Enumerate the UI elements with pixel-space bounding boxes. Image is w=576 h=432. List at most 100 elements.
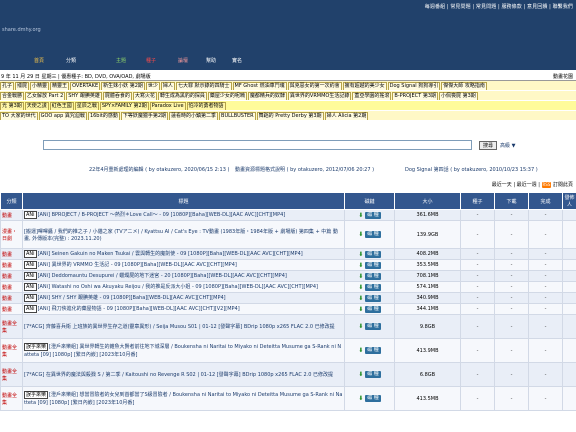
keyword-link[interactable]: 合金戰勝 (0, 92, 25, 100)
team-tag[interactable]: ANi (24, 283, 37, 291)
row-title-link[interactable]: [7*ACG] 齊藤喜兵衛 上班族的異世界生存之道(靈章異形) / Seija … (24, 324, 335, 330)
subscribe-link[interactable]: 訂閱此頁 (553, 182, 573, 188)
table-row[interactable]: 動畫 ANi [ANi] Seinen Gakuin no Maken Tsukai… (0, 248, 576, 260)
row-publisher[interactable] (562, 220, 576, 249)
table-row[interactable]: 動畫 ANi [ANi] 異世界的 VRMMO 生活記 - 09 [1080P][B… (0, 259, 576, 271)
keyword-link[interactable]: 乙女解放 Part 2 (25, 92, 66, 100)
download-arrow-icon[interactable]: ⬇ (358, 306, 363, 313)
row-title-link[interactable]: [ANi] Watashi no Oshi wa Akuyaku Reijou … (38, 284, 318, 290)
keyword-link[interactable]: 屍體吞食的 (102, 92, 132, 100)
row-category[interactable]: 動畫 (0, 270, 23, 282)
col-publisher[interactable]: 發佈人 (562, 192, 576, 210)
keyword-link[interactable]: 小精靈 (30, 82, 50, 90)
advanced-search-link[interactable]: 高級 ▼ (500, 142, 515, 149)
row-category[interactable]: 動畫 (0, 303, 23, 315)
magnet-button[interactable]: 磁 種 (365, 283, 381, 291)
magnet-button[interactable]: 磁 種 (365, 395, 381, 402)
magnet-button[interactable]: 磁 種 (365, 323, 381, 330)
row-publisher[interactable] (562, 209, 576, 221)
search-input[interactable] (43, 140, 472, 150)
row-category[interactable]: 動畫 (0, 292, 23, 304)
row-title-link[interactable]: [ANi] Seinen Gakuin no Maken Tsukai / 雲與… (38, 251, 303, 257)
download-arrow-icon[interactable]: ⬇ (358, 284, 363, 291)
announcement-1[interactable]: 22年4月重新處理的編輯 ( by otakuzero, 2020/06/15 … (89, 166, 229, 173)
nav-realname[interactable]: 實名 (232, 57, 242, 64)
keyword-link[interactable]: SHY 靦腆英雄 (66, 92, 102, 100)
row-category[interactable]: 動畫 (0, 209, 23, 221)
row-title-link[interactable]: [ANi] Deddomauntu Desupurei / 蠟燭屍的地下迷宮 -… (38, 273, 287, 279)
table-row[interactable]: 動畫全集 [7*ACG] 齊藤喜兵衛 上班族的異世界生存之道(靈章異形) / Se… (0, 314, 576, 339)
magnet-button[interactable]: 磁 種 (365, 272, 381, 280)
download-arrow-icon[interactable]: ⬇ (358, 231, 363, 238)
row-title-link[interactable]: [ANi] SHY / SHY 靦腆英雄 - 09 [1080P][Baha][… (38, 295, 226, 301)
time-filter-links[interactable]: 最近一天 | 最近一週 | (492, 182, 540, 188)
keyword-link[interactable]: 傑傑大師 攻略指南 (441, 82, 487, 90)
keyword-link[interactable]: 精靈王 (50, 82, 70, 90)
keyword-link[interactable]: 小佩喪屍 第3期 (439, 92, 478, 100)
nav-forum[interactable]: 論壇 (178, 57, 188, 64)
table-row[interactable]: 動畫全集 [7*ACG] 在異世界的魔法與殺戮 S / 第二季 / Kaitous… (0, 362, 576, 387)
team-tag[interactable]: ANi (24, 305, 37, 313)
team-tag[interactable]: ANi (24, 272, 37, 280)
download-arrow-icon[interactable]: ⬇ (358, 371, 363, 378)
table-row[interactable]: 動畫 ANi [ANi] Watashi no Oshi wa Akuyaku Re… (0, 281, 576, 293)
col-completed[interactable]: 完成 (528, 192, 563, 210)
row-category[interactable]: 漫畫・日劇 (0, 220, 23, 249)
row-publisher[interactable] (562, 259, 576, 271)
row-publisher[interactable] (562, 386, 576, 411)
keyword-link[interactable]: B-PROJECT 第3期 (392, 92, 438, 100)
row-title-link[interactable]: [7*ACG] 在異世界的魔法與殺戮 S / 第二季 / Kaitoushi n… (24, 372, 333, 378)
keyword-link[interactable]: 與兇惡女的第一次約會 (287, 82, 342, 90)
keyword-link[interactable]: 殭屍 (15, 82, 30, 90)
keyword-link[interactable]: 世少 (145, 82, 160, 90)
row-title-link[interactable]: [ANi] 飛刀俠進化的藥屋物語 - 09 [1080P][Baha][WEB-… (38, 306, 240, 312)
team-tag[interactable]: ANi (24, 261, 37, 269)
table-row[interactable]: 動畫 ANi [ANi] BPROJECT / B-PROJECT ～熱烈＊Love… (0, 209, 576, 221)
keyword-link[interactable]: 七大罪 默示錄的四騎士 (175, 82, 232, 90)
table-row[interactable]: 漫畫・日劇 [搬運]嗶嗶醬 / 我們的推之子 / 小貓之家 (TVアニメ) / K… (0, 220, 576, 249)
team-tag[interactable]: 誤乎來樂 (24, 391, 49, 399)
col-magnet[interactable]: 磁鏈 (344, 192, 395, 210)
magnet-button[interactable]: 磁 種 (365, 211, 381, 219)
nav-help[interactable]: 幫助 (206, 57, 216, 64)
download-arrow-icon[interactable]: ⬇ (358, 251, 363, 258)
keyword-link[interactable]: 16bit的感動 (87, 112, 120, 120)
nav-home[interactable]: 首頁 (34, 57, 44, 64)
magnet-button[interactable]: 磁 種 (365, 250, 381, 258)
keyword-link[interactable]: 下等妖魔獵手第2期 (120, 112, 169, 120)
search-button[interactable]: 搜尋 (479, 141, 497, 150)
keyword-link[interactable]: OVERTAKE (70, 82, 101, 90)
row-category[interactable]: 動畫全集 (0, 314, 23, 339)
keyword-link[interactable]: 蓋亞學園的搖滾 (352, 92, 392, 100)
keyword-link[interactable]: GOO app 異咒迴戰 (38, 112, 87, 120)
table-row[interactable]: 動畫全集 誤乎來樂 [澄戶來樂組] 異世界轉生的雜魚大賢者前往地下城深層 / Bou… (0, 338, 576, 363)
keyword-link[interactable]: 紅色王國 (49, 102, 74, 110)
row-title-link[interactable]: [澄戶來樂組] 異世界轉生的雜魚大賢者前往地下城深層 / Boukensha n… (24, 344, 341, 358)
row-title-link[interactable]: [ANi] 異世界的 VRMMO 生活記 - 09 [1080P][Baha][… (38, 262, 237, 268)
row-category[interactable]: 動畫 (0, 248, 23, 260)
magnet-button[interactable]: 磁 種 (365, 261, 381, 269)
magnet-button[interactable]: 磁 種 (365, 347, 381, 354)
col-title[interactable]: 標題 (22, 192, 345, 210)
row-publisher[interactable] (562, 292, 576, 304)
table-row[interactable]: 動畫 ANi [ANi] 飛刀俠進化的藥屋物語 - 09 [1080P][Baha]… (0, 303, 576, 315)
keyword-link[interactable]: 轉生成為黑豹的探員 (157, 92, 207, 100)
nav-topic[interactable]: 主題 (116, 57, 126, 64)
keyword-link[interactable]: 天使之謊 (24, 102, 49, 110)
col-seeds[interactable]: 種子 (460, 192, 495, 210)
download-arrow-icon[interactable]: ⬇ (358, 262, 363, 269)
keyword-link[interactable]: 異世界的VRMMO生活記錄 (287, 92, 352, 100)
row-publisher[interactable] (562, 303, 576, 315)
keyword-link[interactable]: SPY×FAMILY 第2期 (99, 102, 149, 110)
magnet-button[interactable]: 磁 種 (365, 294, 381, 302)
keyword-link[interactable]: 婦人 (160, 82, 175, 90)
table-row[interactable]: 動畫 ANi [ANi] Deddomauntu Desupurei / 蠟燭屍的地… (0, 270, 576, 282)
col-size[interactable]: 大小 (394, 192, 461, 210)
nav-category[interactable]: 分類 (66, 57, 76, 64)
keyword-link[interactable]: 大寫火花 (132, 92, 157, 100)
top-links[interactable]: 每週番組 | 常見問題 | 常見問題 | 服務條款 | 意見回饋 | 聯繫我們 (425, 3, 573, 10)
row-category[interactable]: 動畫 (0, 259, 23, 271)
keyword-link[interactable]: 蓮看時的小鎮第二季 (169, 112, 219, 120)
keyword-link[interactable]: 怕冷的勇者物語 (186, 102, 226, 110)
keyword-link[interactable]: 光 第3期 (0, 102, 24, 110)
